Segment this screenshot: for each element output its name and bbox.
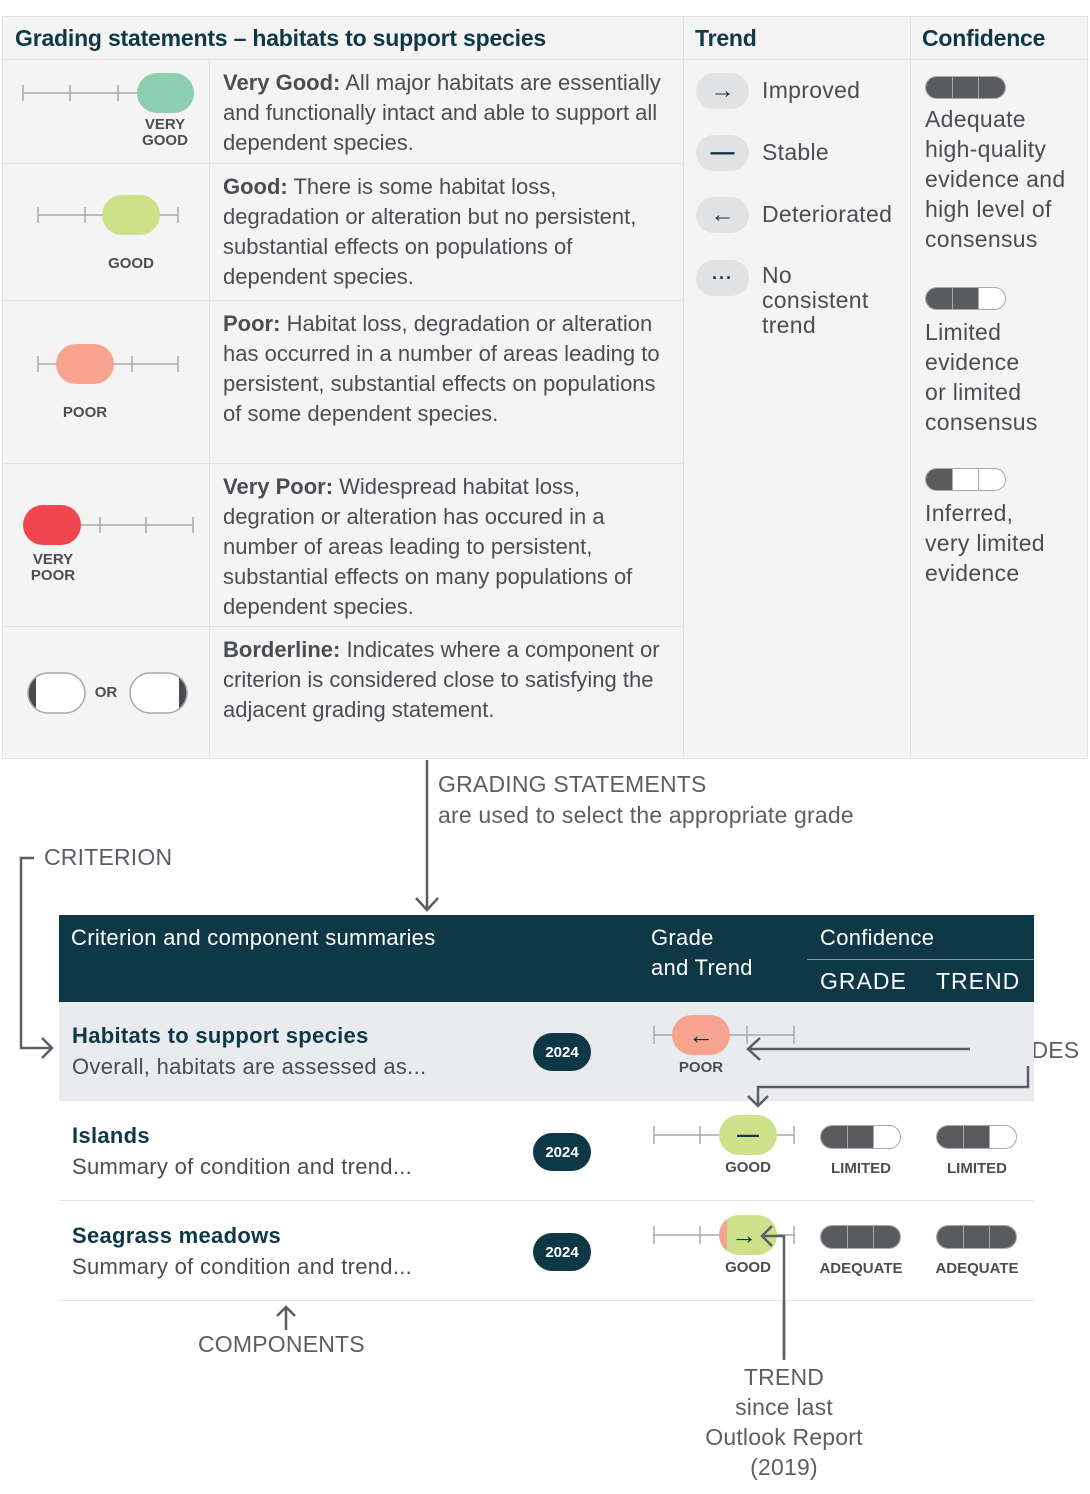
year-badge: 2024 bbox=[533, 1033, 591, 1071]
confidence-trend-limited bbox=[936, 1125, 1017, 1149]
confidence-limited-icon bbox=[820, 1125, 901, 1149]
confidence-trend-adequate bbox=[936, 1225, 1017, 1249]
component-description: Summary of condition and trend... bbox=[72, 1154, 413, 1179]
criterion-annotation: CRITERION bbox=[44, 844, 173, 870]
trend-annotation-line: Outlook Report bbox=[705, 1424, 863, 1450]
confidence-grade-header: GRADE bbox=[820, 968, 907, 994]
component-name[interactable]: Islands bbox=[72, 1123, 150, 1149]
criterion-row[interactable]: Habitats to support species Overall, hab… bbox=[59, 1002, 1034, 1101]
confidence-grade-limited bbox=[820, 1125, 901, 1149]
arrow-left-icon: ← bbox=[688, 1019, 714, 1050]
grade-label: POOR bbox=[678, 1059, 724, 1076]
header-divider bbox=[807, 959, 1034, 960]
arrow-right-icon: → bbox=[731, 1219, 757, 1250]
component-description: Summary of condition and trend... bbox=[72, 1254, 413, 1279]
component-row[interactable]: Islands Summary of condition and trend..… bbox=[59, 1102, 1034, 1201]
confidence-header: Confidence bbox=[820, 925, 935, 950]
grade-label: GOOD bbox=[725, 1159, 771, 1176]
trend-annotation-line: (2019) bbox=[750, 1454, 818, 1480]
confidence-grade-label: LIMITED bbox=[831, 1160, 891, 1177]
summary-title: Criterion and component summaries bbox=[71, 925, 436, 950]
confidence-grade-adequate bbox=[820, 1225, 901, 1249]
year-badge: 2024 bbox=[533, 1233, 591, 1271]
grade-trend-header-1: Grade bbox=[651, 925, 714, 950]
grade-label: GOOD bbox=[725, 1259, 771, 1276]
trend-annotation: TREND since last Outlook Report (2019) bbox=[684, 1362, 884, 1482]
year-badge: 2024 bbox=[533, 1133, 591, 1171]
criterion-bracket-line bbox=[19, 856, 52, 1050]
component-name[interactable]: Seagrass meadows bbox=[72, 1223, 281, 1249]
grade-trend-header-2: and Trend bbox=[651, 955, 753, 980]
confidence-limited-icon bbox=[936, 1125, 1017, 1149]
summary-table-header: Criterion and component summaries Grade … bbox=[59, 915, 1034, 1002]
criterion-description: Overall, habitats are assessed as... bbox=[72, 1054, 427, 1079]
criterion-name[interactable]: Habitats to support species bbox=[72, 1023, 369, 1049]
confidence-trend-label: ADEQUATE bbox=[935, 1260, 1019, 1277]
confidence-trend-header: TREND bbox=[936, 968, 1021, 994]
grading-statements-annotation: GRADING STATEMENTS bbox=[438, 771, 707, 797]
components-annotation: COMPONENTS bbox=[198, 1331, 365, 1357]
confidence-trend-label: LIMITED bbox=[947, 1160, 1007, 1177]
dash-icon: — bbox=[737, 1122, 759, 1147]
trend-annotation-line: since last bbox=[735, 1394, 833, 1420]
grading-statements-subtitle: are used to select the appropriate grade bbox=[438, 802, 854, 828]
confidence-adequate-icon bbox=[820, 1225, 901, 1249]
confidence-grade-label: ADEQUATE bbox=[819, 1260, 903, 1277]
trend-annotation-line: TREND bbox=[743, 1364, 825, 1390]
component-row[interactable]: Seagrass meadows Summary of condition an… bbox=[59, 1202, 1034, 1301]
confidence-adequate-icon bbox=[936, 1225, 1017, 1249]
